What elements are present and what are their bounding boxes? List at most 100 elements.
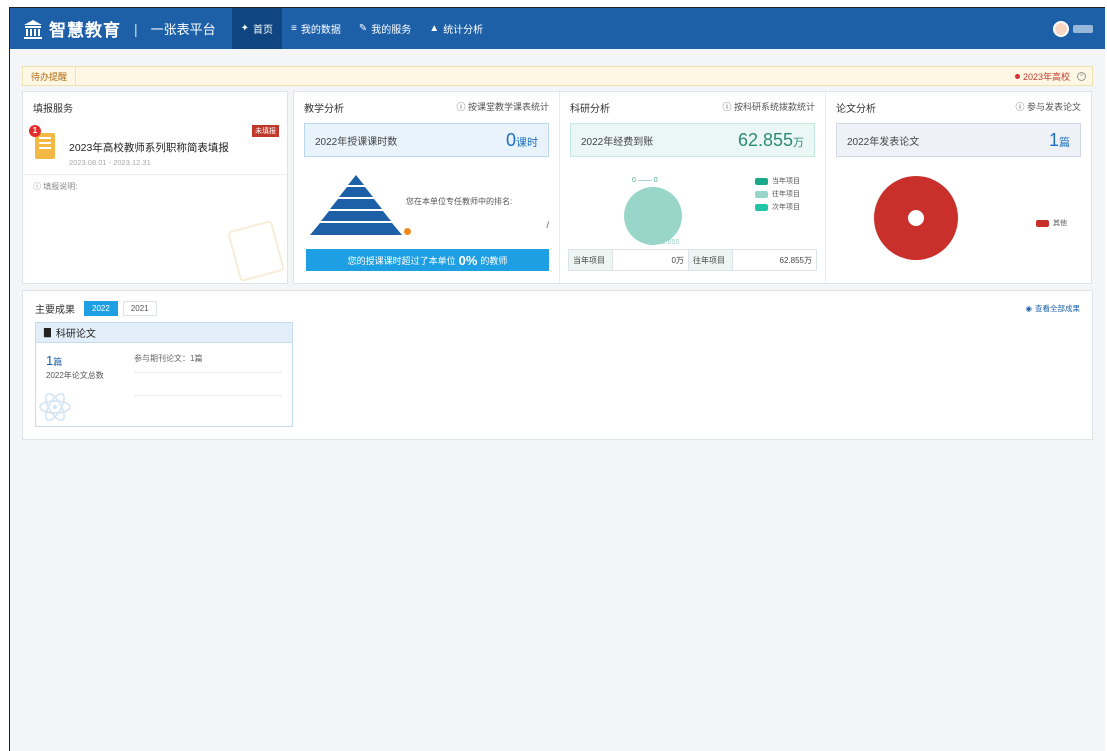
legend-swatch xyxy=(755,177,768,185)
atom-icon xyxy=(39,392,71,422)
paper-count-unit: 篇 xyxy=(1059,136,1070,149)
paper-total-caption: 2022年论文总数 xyxy=(46,371,104,380)
legend-swatch xyxy=(1036,219,1049,227)
todo-item[interactable]: 2023年高校 × xyxy=(1014,70,1092,83)
research-funding-label: 2022年经费到账 xyxy=(581,136,654,148)
teaching-note-text: 按课堂教学课表统计 xyxy=(467,102,549,112)
teaching-analysis: 教学分析 ⓘ 按课堂教学课表统计 2022年授课课时数 0课时 您在本单位专任教… xyxy=(294,92,560,283)
task-count-badge: 1 xyxy=(29,125,41,137)
exceed-prefix: 您的授课课时超过了本单位 xyxy=(347,255,456,266)
exceed-banner: 您的授课课时超过了本单位 0% 的教师 xyxy=(306,249,549,271)
legend-item-current[interactable]: 当年项目 xyxy=(755,176,800,186)
document-icon: 1 xyxy=(29,125,59,161)
fill-service-title-text: 填报服务 xyxy=(33,104,73,115)
database-icon: ≡ xyxy=(291,23,297,34)
main-nav: ✦ 首页 ≡ 我的数据 ✎ 我的服务 ▲ 统计分析 xyxy=(231,8,493,49)
user-name-redacted xyxy=(1073,24,1093,33)
info-icon: ⓘ xyxy=(1015,102,1025,112)
avatar[interactable] xyxy=(1053,20,1069,37)
past-project-label: 往年项目 xyxy=(689,250,733,270)
research-legend: 当年项目 往年项目 次年项目 xyxy=(755,176,800,215)
legend-item-other[interactable]: 其他 xyxy=(1036,218,1067,228)
info-icon: ⓘ xyxy=(456,102,466,112)
paper-note: ⓘ 参与发表论文 xyxy=(1015,100,1081,115)
legend-swatch xyxy=(755,190,768,198)
legend-swatch xyxy=(755,203,768,211)
rank-value: / xyxy=(546,220,549,230)
top-navbar: 智慧教育 | 一张表平台 ✦ 首页 ≡ 我的数据 ✎ 我的服务 ▲ 统计分析 xyxy=(10,8,1105,49)
tab-2021[interactable]: 2021 xyxy=(122,301,157,316)
empty-line xyxy=(134,395,282,396)
research-paper-card[interactable]: ▇ 科研论文 1篇 2022年论文总数 参与期刊论文：1篇 xyxy=(35,322,293,427)
fill-task-title: 2023年高校教师系列职称简表填报 xyxy=(69,142,229,154)
pyramid-tier-1 xyxy=(348,175,364,185)
journal-paper-count: 参与期刊论文：1篇 xyxy=(134,353,282,373)
legend-item-past[interactable]: 往年项目 xyxy=(755,189,800,199)
fill-description: ⓘ 填报说明: xyxy=(23,175,287,198)
research-title-row: 科研分析 ⓘ 按科研系统拨款统计 xyxy=(560,92,825,123)
exceed-percent: 0% xyxy=(458,252,478,268)
pie-label-bottom: 62.855 xyxy=(658,239,680,246)
achievements-header: 主要成果 2022 2021 ◉ 查看全部成果 xyxy=(23,291,1092,322)
status-badge: 未填报 xyxy=(252,125,279,137)
paper-total-unit: 篇 xyxy=(53,357,63,367)
fill-task-item[interactable]: 1 2023年高校教师系列职称简表填报 2023.08.01 - 2023.12… xyxy=(23,123,287,175)
nav-home[interactable]: ✦ 首页 xyxy=(231,8,283,49)
research-pie-chart: 0 —— 0 62.855 xyxy=(624,177,682,246)
todo-label: 待办提醒 xyxy=(23,67,77,85)
document-watermark-icon xyxy=(227,219,285,283)
area-chart-icon: ▲ xyxy=(429,23,440,34)
pyramid-tier-5 xyxy=(310,223,402,235)
achievements-title: 主要成果 xyxy=(35,305,75,316)
rank-text: 您在本单位专任教师中的排名: xyxy=(406,197,513,206)
paper-count-label: 2022年发表论文 xyxy=(847,136,920,148)
paper-total-value: 1篇 xyxy=(46,353,134,368)
building-logo-icon xyxy=(24,19,42,39)
research-pie-slice-1[interactable] xyxy=(624,187,682,245)
overview-row: 填报服务 1 2023年高校教师系列职称简表填报 2023.08.01 - 20… xyxy=(22,91,1093,284)
todo-item-text: 2023年高校 xyxy=(1022,71,1070,82)
user-menu[interactable] xyxy=(1053,20,1093,37)
pyramid-tier-4 xyxy=(321,211,391,221)
info-icon: ⓘ xyxy=(33,182,41,191)
research-funding-unit: 万 xyxy=(793,136,804,149)
fill-description-label: 填报说明: xyxy=(43,182,78,191)
home-icon: ✦ xyxy=(240,23,250,34)
research-analysis: 科研分析 ⓘ 按科研系统拨款统计 2022年经费到账 62.855 万 0 —— … xyxy=(560,92,826,283)
paper-pie-hole xyxy=(908,210,924,226)
teaching-title-row: 教学分析 ⓘ 按课堂教学课表统计 xyxy=(294,92,559,123)
paper-count-box: 2022年发表论文 1篇 xyxy=(836,123,1081,157)
legend-item-next[interactable]: 次年项目 xyxy=(755,202,800,212)
paper-note-text: 参与发表论文 xyxy=(1026,102,1081,112)
paper-title: 论文分析 xyxy=(836,104,876,115)
pencil-icon: ✎ xyxy=(358,23,368,34)
paper-count-number: 1 xyxy=(1048,129,1059,150)
pyramid-tier-2 xyxy=(339,187,373,197)
legend-label: 当年项目 xyxy=(772,178,800,185)
nav-my-services-label: 我的服务 xyxy=(371,25,412,36)
view-all-label: 查看全部成果 xyxy=(1035,304,1080,313)
brand-name: 智慧教育 xyxy=(49,21,121,40)
current-project-value: 0万 xyxy=(613,250,689,270)
analysis-panel: 教学分析 ⓘ 按课堂教学课表统计 2022年授课课时数 0课时 您在本单位专任教… xyxy=(293,91,1092,284)
pie-label-top: 0 —— 0 xyxy=(632,177,658,184)
nav-my-services[interactable]: ✎ 我的服务 xyxy=(350,8,420,49)
nav-statistics-label: 统计分析 xyxy=(443,25,484,36)
teaching-title: 教学分析 xyxy=(304,104,344,115)
tab-2022[interactable]: 2022 xyxy=(84,301,118,316)
rank-marker xyxy=(404,228,411,235)
fill-service-card: 填报服务 1 2023年高校教师系列职称简表填报 2023.08.01 - 20… xyxy=(22,91,288,284)
view-all-link[interactable]: ◉ 查看全部成果 xyxy=(1025,303,1080,314)
teaching-hours-unit: 课时 xyxy=(516,136,538,149)
teaching-hours-label: 2022年授课课时数 xyxy=(315,136,398,148)
nav-home-label: 首页 xyxy=(253,25,274,36)
nav-statistics[interactable]: ▲ 统计分析 xyxy=(420,8,492,49)
platform-name: 一张表平台 xyxy=(150,22,216,37)
logo[interactable]: 智慧教育 | 一张表平台 xyxy=(22,16,216,41)
paper-breakdown: 参与期刊论文：1篇 xyxy=(134,353,282,418)
nav-my-data[interactable]: ≡ 我的数据 xyxy=(282,8,350,49)
pyramid-tier-3 xyxy=(330,199,382,209)
close-icon[interactable]: × xyxy=(1077,71,1086,81)
paper-count-value: 1篇 xyxy=(1049,130,1070,151)
teaching-note: ⓘ 按课堂教学课表统计 xyxy=(456,100,549,115)
